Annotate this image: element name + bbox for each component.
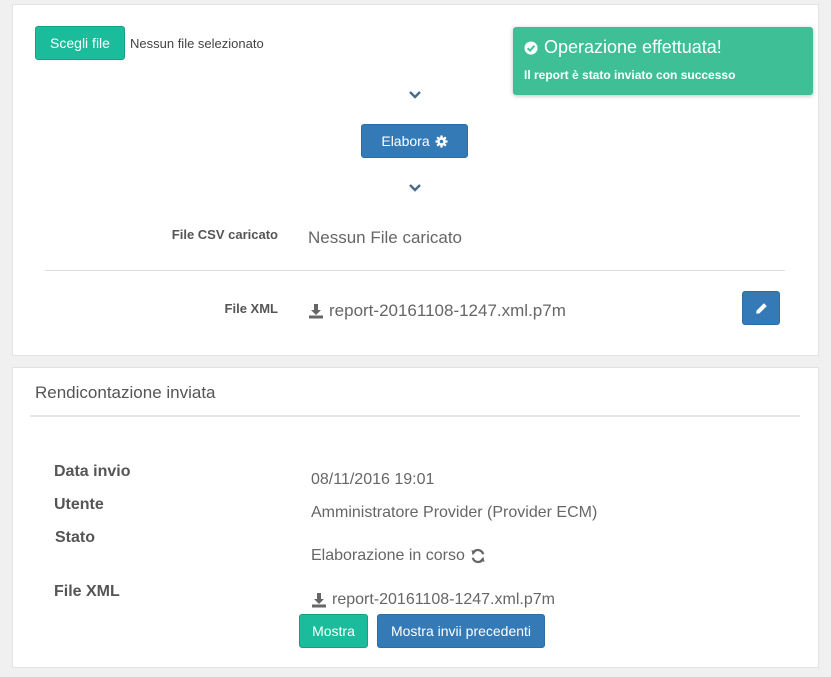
user-label: Utente: [54, 496, 104, 513]
success-toast: Operazione effettuata! Il report è stato…: [513, 27, 813, 95]
choose-file-button[interactable]: Scegli file: [35, 26, 125, 60]
csv-value-text: Nessun File caricato: [308, 228, 463, 247]
download-icon: [309, 304, 323, 319]
user-value: Amministratore Provider (Provider ECM): [311, 504, 597, 522]
toast-title-text: Operazione effettuata!: [544, 37, 722, 57]
report-divider: [30, 415, 800, 417]
choose-file-label: Scegli file: [50, 35, 110, 51]
gear-icon: [435, 134, 448, 148]
state-label: Stato: [55, 529, 95, 546]
date-value-text: 08/11/2016 19:01: [311, 471, 435, 488]
csv-label: File CSV caricato: [171, 227, 278, 242]
download-icon: [312, 593, 326, 608]
report-xml-label: File XML: [54, 583, 120, 600]
state-value: Elaborazione in corso: [311, 547, 486, 565]
process-button[interactable]: Elabora: [361, 124, 468, 158]
check-circle-icon: [524, 40, 538, 55]
refresh-icon: [471, 548, 485, 564]
edit-button[interactable]: [742, 291, 780, 325]
xml-download-link[interactable]: report-20161108-1247.xml.p7m: [308, 301, 566, 321]
xml-filename: report-20161108-1247.xml.p7m: [329, 301, 566, 320]
report-xml-filename: report-20161108-1247.xml.p7m: [332, 591, 555, 608]
report-xml-download-link[interactable]: report-20161108-1247.xml.p7m: [311, 591, 555, 609]
pencil-icon: [755, 302, 767, 314]
no-file-text: Nessun file selezionato: [130, 36, 264, 51]
user-value-text: Amministratore Provider (Provider ECM): [311, 504, 598, 521]
process-label: Elabora: [381, 133, 430, 149]
xml-label: File XML: [224, 301, 278, 316]
csv-value: Nessun File caricato: [308, 228, 462, 248]
report-title: Rendicontazione inviata: [35, 383, 216, 402]
toast-title: Operazione effettuata!: [524, 37, 722, 58]
chevron-down-icon: [409, 91, 421, 99]
show-previous-label: Mostra invii precedenti: [390, 623, 532, 639]
toast-message: Il report è stato inviato con successo: [524, 68, 736, 82]
divider: [45, 270, 785, 271]
show-previous-button[interactable]: Mostra invii precedenti: [377, 614, 545, 648]
chevron-down-icon: [409, 184, 421, 192]
state-value-text: Elaborazione in corso: [311, 547, 465, 564]
date-label: Data invio: [54, 463, 131, 480]
show-label: Mostra: [312, 623, 355, 639]
show-button[interactable]: Mostra: [299, 614, 368, 648]
date-value: 08/11/2016 19:01: [311, 471, 434, 489]
